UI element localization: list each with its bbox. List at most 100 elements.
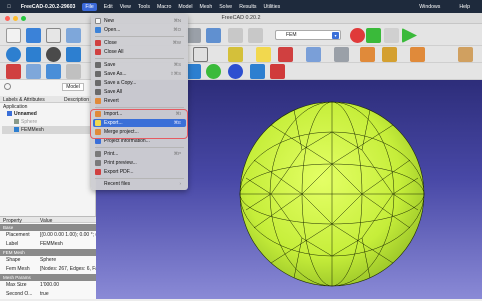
save-icon (95, 62, 101, 68)
menu-item-save-as[interactable]: Save As... ⇧⌘S (93, 70, 186, 78)
menu-separator (95, 36, 184, 37)
menu-item-open[interactable]: Open... ⌘O (93, 26, 186, 34)
menu-item-print[interactable]: Print... ⌘P (93, 150, 186, 158)
menu-view[interactable]: View (120, 4, 131, 10)
workbench-label: FEM (286, 32, 297, 38)
menu-app[interactable]: FreeCAD-0.20.2-29603 (21, 4, 76, 10)
material-icon[interactable] (306, 47, 321, 62)
refresh-icon[interactable] (186, 28, 201, 43)
open-folder-icon (95, 27, 101, 33)
save-icon[interactable] (46, 28, 61, 43)
menu-windows[interactable]: Windows (419, 4, 440, 10)
constraint-fixed-icon[interactable] (228, 47, 243, 62)
menu-item-close-all[interactable]: Close All (93, 48, 186, 56)
menu-edit[interactable]: Edit (104, 4, 113, 10)
save-all-icon (95, 89, 101, 95)
constraint-pressure-icon[interactable] (278, 47, 293, 62)
mac-menubar:  FreeCAD-0.20.2-29603 File Edit View To… (0, 0, 482, 13)
close-all-icon (95, 49, 101, 55)
toolbar-row-2 (0, 46, 482, 63)
menu-help[interactable]: Help (459, 4, 470, 10)
file-menu: New ⌘N Open... ⌘O Close ⌘W Close All Save ⌘S… (91, 14, 188, 190)
tree-document[interactable]: Unnamed (14, 111, 37, 117)
menu-separator (95, 58, 184, 59)
isometric-view-icon[interactable] (66, 47, 81, 62)
fit-selection-icon[interactable] (26, 47, 41, 62)
toolbar-row-3 (0, 63, 482, 80)
menu-item-new[interactable]: New ⌘N (93, 17, 186, 25)
pdf-icon (95, 169, 101, 175)
menu-file[interactable]: File (82, 2, 97, 11)
workbench-selector[interactable]: FEM ▾ (275, 30, 341, 40)
results-icon[interactable] (410, 47, 425, 62)
menu-item-print-preview[interactable]: Print preview... (93, 159, 186, 167)
tree-item-femmesh[interactable]: FEMMesh (21, 127, 44, 133)
tab-model[interactable]: Model (62, 83, 84, 91)
sphere-icon[interactable] (206, 64, 221, 79)
menu-item-export-pdf[interactable]: Export PDF... (93, 168, 186, 176)
redo-icon[interactable] (248, 28, 263, 43)
measure-icon[interactable] (66, 64, 81, 79)
save-as-icon (95, 71, 101, 77)
axis-cross-icon[interactable] (250, 64, 265, 79)
mesh-region-icon[interactable] (334, 47, 349, 62)
menu-results[interactable]: Results (239, 4, 256, 10)
print-icon (95, 151, 101, 157)
menu-utilities[interactable]: Utilities (264, 4, 281, 10)
macro-edit-icon[interactable] (384, 28, 399, 43)
close-doc-icon (95, 40, 101, 46)
constraint-force-icon[interactable] (256, 47, 271, 62)
what-is-this-icon[interactable] (206, 28, 221, 43)
menu-separator (95, 107, 184, 108)
sphere-icon (14, 119, 19, 124)
fem-mesh-icon (14, 127, 19, 132)
tree-col-labels[interactable]: Labels & Attributes (3, 97, 45, 103)
box-select-icon[interactable] (6, 64, 21, 79)
tree-header: Labels & Attributes Description (0, 96, 96, 103)
clip-view-icon[interactable] (270, 64, 285, 79)
menu-item-revert[interactable]: Revert (93, 97, 186, 105)
menu-macro[interactable]: Macro (157, 4, 171, 10)
fit-all-icon[interactable] (6, 47, 21, 62)
tree-application: Application (3, 104, 28, 110)
menu-separator (95, 178, 184, 179)
menu-item-save-copy[interactable]: Save a Copy... (93, 79, 186, 87)
tree-item-sphere[interactable]: Sphere (21, 119, 37, 125)
print-preview-icon (95, 160, 101, 166)
new-file-icon (95, 18, 101, 24)
draw-style-icon[interactable] (46, 47, 61, 62)
toolbar-row-1: FEM ▾ (0, 24, 482, 46)
top-view-icon[interactable] (193, 47, 208, 62)
panel-settings-icon[interactable] (4, 83, 11, 90)
menu-solve[interactable]: Solve (219, 4, 232, 10)
solver-icon[interactable] (382, 47, 397, 62)
chevron-right-icon: › (179, 181, 181, 186)
menu-mesh[interactable]: Mesh (200, 4, 213, 10)
menu-tools[interactable]: Tools (138, 4, 150, 10)
apple-icon[interactable]:  (7, 4, 11, 10)
menu-model[interactable]: Model (178, 4, 192, 10)
stop-macro-icon[interactable] (366, 28, 381, 43)
window-title: FreeCAD 0.20.2 (221, 15, 261, 21)
mesh-gmsh-icon[interactable] (360, 47, 375, 62)
wireframe-icon[interactable] (186, 64, 201, 79)
purge-results-icon[interactable] (458, 47, 473, 62)
highlight-box (90, 109, 188, 139)
play-macro-icon[interactable] (402, 28, 417, 43)
menu-item-recent-files[interactable]: Recent files › (93, 180, 186, 188)
document-icon (7, 111, 12, 116)
menu-item-close[interactable]: Close ⌘W (93, 39, 186, 47)
save-copy-icon (95, 80, 101, 86)
tree-col-description[interactable]: Description (64, 97, 89, 103)
cut-icon[interactable] (66, 28, 81, 43)
new-file-icon[interactable] (6, 28, 21, 43)
menu-item-save[interactable]: Save ⌘S (93, 61, 186, 69)
undo-icon[interactable] (228, 28, 243, 43)
chevron-down-icon: ▾ (332, 32, 339, 39)
clipping-plane-icon[interactable] (26, 64, 41, 79)
cube-view-icon[interactable] (228, 64, 243, 79)
record-macro-icon[interactable] (350, 28, 365, 43)
section-icon[interactable] (46, 64, 61, 79)
menu-item-save-all[interactable]: Save All (93, 88, 186, 96)
open-folder-icon[interactable] (26, 28, 41, 43)
